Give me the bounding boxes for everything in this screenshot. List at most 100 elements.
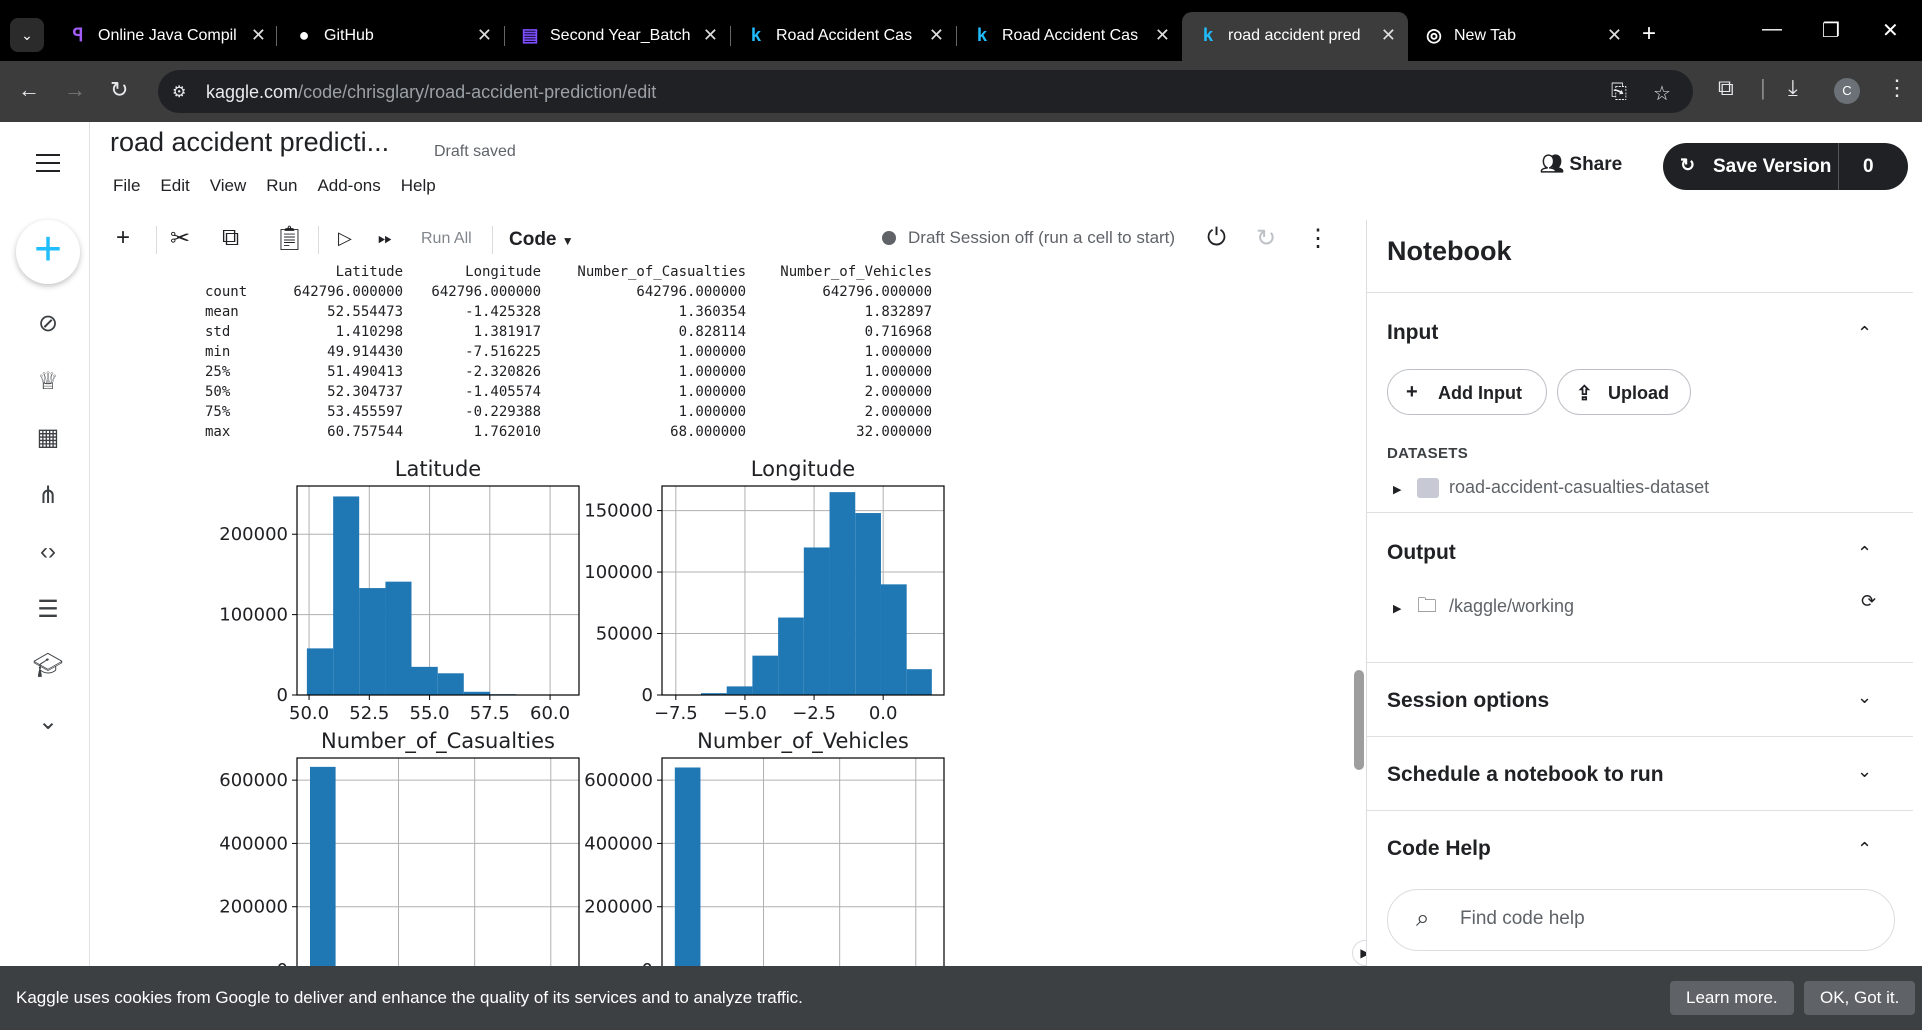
bookmark-star-icon[interactable]: ☆: [1653, 81, 1671, 106]
chevron-down-icon[interactable]: ⌄: [1857, 687, 1872, 708]
save-version-count[interactable]: 0: [1863, 156, 1874, 178]
histogram-bar: [880, 584, 907, 695]
copy-icon[interactable]: ⧉: [222, 224, 239, 252]
chevron-down-icon[interactable]: ⌄: [30, 704, 66, 740]
table-cell: 642796.000000: [636, 284, 746, 300]
session-options-section[interactable]: Session options ⌄: [1367, 662, 1913, 736]
address-bar[interactable]: ⚙ kaggle.com/code/chrisglary/road-accide…: [158, 70, 1693, 113]
browser-tab-active[interactable]: k road accident pred ✕: [1182, 12, 1408, 61]
forward-icon[interactable]: →: [64, 77, 86, 103]
hamburger-menu-icon[interactable]: [36, 154, 60, 172]
upload-button[interactable]: ⇪ Upload: [1557, 369, 1691, 415]
install-app-icon[interactable]: ⎘: [1611, 81, 1627, 104]
browser-tab[interactable]: k Road Accident Cas ✕: [730, 12, 956, 61]
chevron-down-icon[interactable]: ⌄: [1857, 761, 1872, 782]
learn-icon[interactable]: 🎓︎: [30, 648, 66, 684]
schedule-heading[interactable]: Schedule a notebook to run: [1387, 763, 1664, 787]
browser-tab[interactable]: ▤ Second Year_Batch ✕: [504, 12, 730, 61]
notebook-side-panel: Notebook Input ⌃ + Add Input ⇪ Upload DATA…: [1366, 220, 1913, 966]
add-input-button[interactable]: + Add Input: [1387, 369, 1547, 415]
y-tick-label: 400000: [219, 833, 288, 854]
chevron-up-icon[interactable]: ⌃: [1857, 839, 1872, 860]
save-version-button[interactable]: ↻ Save Version 0: [1663, 143, 1908, 190]
schedule-section[interactable]: Schedule a notebook to run ⌄: [1367, 736, 1913, 810]
share-button[interactable]: 👥︎ Share: [1540, 152, 1622, 176]
close-icon[interactable]: ✕: [477, 25, 492, 46]
compass-icon[interactable]: ⊘: [30, 306, 66, 342]
notebook-scrollbar[interactable]: [1354, 670, 1364, 770]
browser-tab[interactable]: ꟼ Online Java Compil ✕: [52, 12, 278, 61]
close-icon[interactable]: ✕: [1381, 25, 1396, 46]
table-cell: 1.000000: [864, 364, 932, 380]
dataset-item[interactable]: ▶ road-accident-casualties-dataset: [1393, 477, 1709, 499]
trophy-icon[interactable]: ♕: [30, 364, 66, 400]
chevron-up-icon[interactable]: ⌃: [1857, 543, 1872, 564]
histogram-bar: [411, 666, 438, 695]
output-heading[interactable]: Output: [1387, 541, 1456, 565]
restart-icon[interactable]: ↻: [1256, 224, 1276, 253]
menu-help[interactable]: Help: [401, 176, 436, 196]
menu-view[interactable]: View: [210, 176, 247, 196]
close-icon[interactable]: ✕: [251, 25, 266, 46]
datasets-table-icon[interactable]: ▦: [30, 420, 66, 456]
folder-icon: 🗀︎: [1417, 595, 1437, 617]
run-cell-icon[interactable]: ▷: [338, 228, 352, 249]
table-cell: 2.000000: [864, 404, 932, 420]
code-icon[interactable]: ‹›: [30, 534, 66, 570]
extensions-icon[interactable]: ⧉: [1718, 75, 1734, 101]
run-all-button[interactable]: Run All: [421, 230, 472, 248]
output-folder-item[interactable]: ▶ 🗀︎/kaggle/working: [1393, 591, 1574, 625]
close-icon[interactable]: ✕: [1155, 25, 1170, 46]
table-cell: min: [205, 344, 231, 360]
table-cell: 60.757544: [327, 424, 403, 440]
cut-icon[interactable]: ✂: [170, 224, 190, 253]
chevron-up-icon[interactable]: ⌃: [1857, 323, 1872, 344]
browser-tab[interactable]: ◎ New Tab ✕: [1408, 12, 1634, 61]
learn-more-button[interactable]: Learn more.: [1670, 981, 1794, 1015]
site-info-icon[interactable]: ⚙: [172, 82, 192, 102]
more-options-icon[interactable]: ⋮: [1306, 224, 1330, 253]
restore-icon[interactable]: ❐: [1822, 18, 1840, 43]
code-help-heading[interactable]: Code Help: [1387, 837, 1491, 861]
ok-got-it-button[interactable]: OK, Got it.: [1804, 981, 1916, 1015]
menu-run[interactable]: Run: [266, 176, 297, 196]
close-icon[interactable]: ✕: [929, 25, 944, 46]
code-help-input[interactable]: [1460, 908, 1860, 930]
y-tick-label: 0: [642, 685, 653, 706]
y-tick-label: 200000: [584, 897, 653, 918]
y-tick-label: 600000: [584, 770, 653, 791]
power-icon[interactable]: ⏻: [1207, 224, 1226, 252]
profile-avatar[interactable]: C: [1834, 78, 1860, 104]
chrome-icon: ◎: [1426, 25, 1442, 45]
menu-edit[interactable]: Edit: [160, 176, 189, 196]
close-icon[interactable]: ✕: [1607, 25, 1622, 46]
session-options-heading[interactable]: Session options: [1387, 689, 1549, 713]
paste-icon[interactable]: 📋︎: [274, 224, 304, 253]
save-version-label: Save Version: [1713, 156, 1832, 177]
menu-add-ons[interactable]: Add-ons: [317, 176, 380, 196]
minimize-icon[interactable]: —: [1762, 18, 1782, 41]
tab-search-button[interactable]: ⌄: [10, 18, 44, 52]
close-icon[interactable]: ✕: [703, 25, 718, 46]
table-row: count 642796.000000 642796.000000 642796.00…: [205, 284, 932, 304]
close-window-icon[interactable]: ✕: [1882, 18, 1899, 43]
browser-tab[interactable]: k Road Accident Cas ✕: [956, 12, 1182, 61]
browser-menu-icon[interactable]: ⋮: [1886, 75, 1908, 101]
new-tab-button[interactable]: +: [1642, 20, 1656, 48]
table-cell: 1.000000: [678, 404, 746, 420]
refresh-icon[interactable]: ⟳: [1861, 591, 1876, 612]
discussions-icon[interactable]: ☰: [30, 592, 66, 628]
add-cell-icon[interactable]: +: [116, 224, 130, 252]
notebook-title[interactable]: road accident predicti...: [110, 127, 389, 158]
cell-type-select[interactable]: Code ▼: [509, 229, 574, 251]
input-heading[interactable]: Input: [1387, 321, 1438, 345]
models-icon[interactable]: ⋔: [30, 478, 66, 514]
reload-icon[interactable]: ↻: [110, 77, 128, 103]
y-tick-label: 0: [277, 685, 288, 706]
create-button[interactable]: +: [16, 220, 80, 284]
back-icon[interactable]: ←: [18, 77, 40, 103]
menu-file[interactable]: File: [113, 176, 140, 196]
browser-tab[interactable]: ● GitHub ✕: [278, 12, 504, 61]
run-all-icon[interactable]: ⏩︎: [378, 228, 392, 249]
downloads-icon[interactable]: ⤓: [1788, 75, 1798, 101]
